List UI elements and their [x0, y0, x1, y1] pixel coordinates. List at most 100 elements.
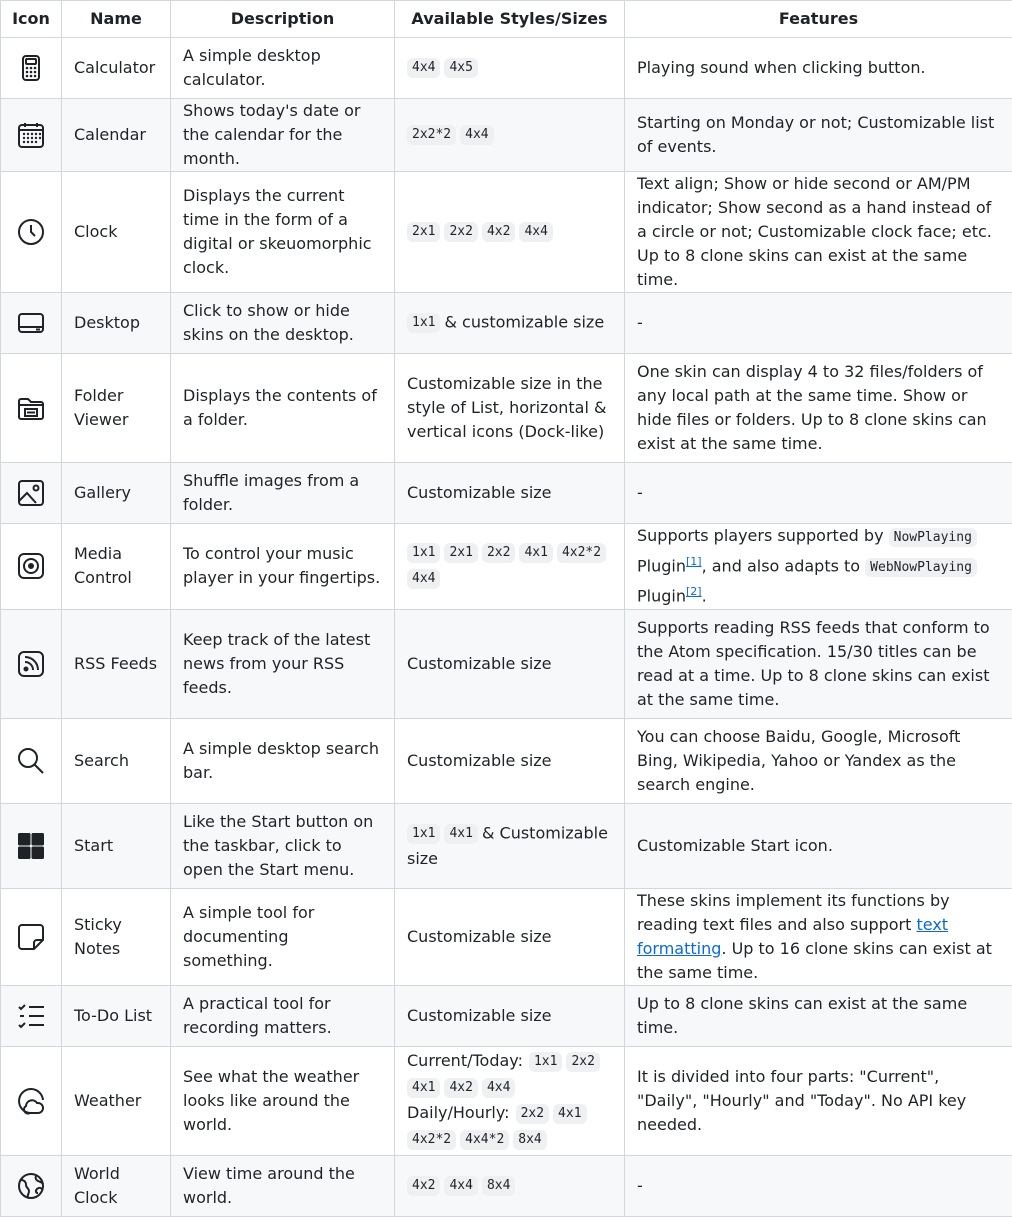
description-cell: View time around the world. — [171, 1155, 395, 1216]
table-row: Weather See what the weather looks like a… — [1, 1046, 1012, 1155]
widget-description: See what the weather looks like around t… — [183, 1067, 359, 1134]
widget-description: Keep track of the latest news from your … — [183, 630, 370, 697]
icon-cell — [1, 888, 62, 985]
widget-features: Customizable Start icon. — [637, 836, 833, 855]
table-row: RSS Feeds Keep track of the latest news f… — [1, 609, 1012, 718]
widget-name: Sticky Notes — [74, 915, 122, 958]
sizes-group-label: Current/Today: — [407, 1051, 523, 1070]
size-chip: 4x1 — [519, 543, 552, 563]
sizes-text: Customizable size — [407, 751, 552, 770]
features-text: , and also adapts to — [702, 556, 866, 575]
features-cell: Supports players supported by NowPlaying… — [625, 524, 1012, 610]
media-control-icon — [16, 551, 46, 581]
weather-icon — [16, 1086, 46, 1116]
features-cell: One skin can display 4 to 32 files/folde… — [625, 354, 1012, 463]
size-chip: 4x2*2 — [407, 1130, 456, 1150]
table-row: ClockDisplays the current time in the fo… — [1, 172, 1012, 293]
widget-description: Shows today's date or the calendar for t… — [183, 101, 360, 168]
description-cell: To control your music player in your fin… — [171, 524, 395, 610]
description-cell: See what the weather looks like around t… — [171, 1046, 395, 1155]
size-chip: 2x2 — [566, 1052, 599, 1072]
icon-cell — [1, 354, 62, 463]
sizes-cell: 4x24x48x4 — [395, 1155, 625, 1216]
widget-name: RSS Feeds — [74, 654, 157, 673]
size-chip: 4x5 — [444, 58, 477, 78]
name-cell: Clock — [62, 172, 171, 293]
size-chip: 8x4 — [482, 1176, 515, 1196]
name-cell: To-Do List — [62, 985, 171, 1046]
icon-cell — [1, 1046, 62, 1155]
table-row: Calendar Shows today's date or the calend… — [1, 99, 1012, 172]
size-chip: 4x4 — [444, 1176, 477, 1196]
icon-cell — [1, 803, 62, 888]
name-cell: World Clock — [62, 1155, 171, 1216]
icon-cell — [1, 99, 62, 172]
features-cell: It is divided into four parts: "Current"… — [625, 1046, 1012, 1155]
widget-description: Click to show or hide skins on the deskt… — [183, 301, 354, 344]
table-row: To-Do ListA practical tool for recording… — [1, 985, 1012, 1046]
widget-features: Playing sound when clicking button. — [637, 58, 926, 77]
size-chip: 2x2*2 — [407, 125, 456, 145]
size-chip: 4x2 — [482, 222, 515, 242]
widget-name: Media Control — [74, 544, 132, 587]
size-chip: 1x1 — [407, 543, 440, 563]
features-cell: These skins implement its functions by r… — [625, 888, 1012, 985]
size-chip: 4x4 — [519, 222, 552, 242]
widget-name: Gallery — [74, 483, 131, 502]
widget-name: Weather — [74, 1091, 141, 1110]
footnote-link-2[interactable]: [2] — [686, 585, 702, 598]
description-cell: Keep track of the latest news from your … — [171, 609, 395, 718]
folder-viewer-icon — [16, 393, 46, 423]
widget-name: Desktop — [74, 313, 140, 332]
sizes-group-label: Daily/Hourly: — [407, 1103, 510, 1122]
sizes-text: Customizable size — [407, 1006, 552, 1025]
size-chip: 2x1 — [407, 222, 440, 242]
widget-features: Starting on Monday or not; Customizable … — [637, 113, 994, 156]
features-cell: Starting on Monday or not; Customizable … — [625, 99, 1012, 172]
calendar-icon — [16, 120, 46, 150]
description-cell: Shows today's date or the calendar for t… — [171, 99, 395, 172]
sizes-cell: Customizable size — [395, 888, 625, 985]
features-text: Supports players supported by — [637, 526, 889, 545]
description-cell: A simple desktop search bar. — [171, 718, 395, 803]
features-cell: Playing sound when clicking button. — [625, 38, 1012, 99]
sizes-text: Customizable size — [407, 483, 552, 502]
description-cell: Like the Start button on the taskbar, cl… — [171, 803, 395, 888]
widget-description: A simple desktop search bar. — [183, 739, 379, 782]
icon-cell — [1, 293, 62, 354]
header-sizes: Available Styles/Sizes — [395, 1, 625, 38]
widget-features: Up to 8 clone skins can exist at the sam… — [637, 994, 967, 1037]
table-row: Desktop Click to show or hide skins on th… — [1, 293, 1012, 354]
features-cell: - — [625, 463, 1012, 524]
rss-icon — [16, 649, 46, 679]
features-cell: - — [625, 1155, 1012, 1216]
sizes-cell: 1x12x12x24x14x2*24x4 — [395, 524, 625, 610]
widget-name: Clock — [74, 222, 117, 241]
header-features: Features — [625, 1, 1012, 38]
widget-name: Calendar — [74, 125, 146, 144]
widget-features: Text align; Show or hide second or AM/PM… — [637, 174, 992, 289]
widget-description: To control your music player in your fin… — [183, 544, 380, 587]
icon-cell — [1, 463, 62, 524]
table-row: Folder ViewerDisplays the contents of a … — [1, 354, 1012, 463]
footnote-link-1[interactable]: [1] — [686, 555, 702, 568]
features-text: Plugin — [637, 587, 686, 606]
gallery-icon — [16, 478, 46, 508]
size-chip: 8x4 — [513, 1130, 546, 1150]
sizes-cell: Current/Today:1x12x24x14x24x4Daily/Hourl… — [395, 1046, 625, 1155]
sizes-suffix: & customizable size — [444, 313, 604, 332]
sizes-cell: 4x44x5 — [395, 38, 625, 99]
sizes-cell: Customizable size — [395, 609, 625, 718]
widget-name: World Clock — [74, 1164, 120, 1207]
widget-description: A simple tool for documenting something. — [183, 903, 314, 970]
size-chip: 4x1 — [553, 1104, 586, 1124]
size-chip: 4x4*2 — [460, 1130, 509, 1150]
desktop-icon — [16, 308, 46, 338]
clock-icon — [16, 217, 46, 247]
todo-list-icon — [16, 1001, 46, 1031]
table-row: GalleryShuffle images from a folder.Cust… — [1, 463, 1012, 524]
widget-name: Folder Viewer — [74, 386, 128, 429]
name-cell: Calculator — [62, 38, 171, 99]
widget-features: - — [637, 1176, 643, 1195]
widget-name: Search — [74, 751, 129, 770]
